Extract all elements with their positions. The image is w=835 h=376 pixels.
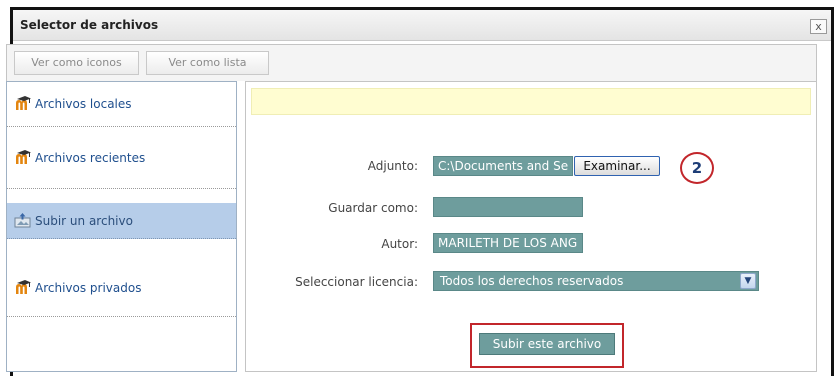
sidebar-item-upload-file[interactable]: Subir un archivo — [7, 203, 236, 239]
close-button[interactable]: x — [810, 19, 827, 34]
submit-highlight: Subir este archivo — [470, 323, 624, 368]
moodle-repository-icon — [14, 149, 32, 165]
chevron-down-icon[interactable]: ▼ — [740, 273, 756, 289]
license-label: Seleccionar licencia: — [295, 275, 418, 289]
view-as-list-button[interactable]: Ver como lista — [146, 51, 269, 75]
upload-icon — [14, 212, 32, 228]
dialog-title: Selector de archivos — [20, 18, 159, 32]
moodle-repository-icon — [14, 95, 32, 111]
view-as-icons-button[interactable]: Ver como iconos — [14, 51, 139, 75]
notice-bar — [251, 88, 811, 115]
browse-button[interactable]: Examinar... — [574, 156, 660, 176]
save-as-label: Guardar como: — [328, 201, 418, 215]
sidebar-item-label: Subir un archivo — [35, 214, 133, 228]
author-label: Autor: — [381, 237, 418, 251]
view-toolbar: Ver como iconos Ver como lista — [6, 44, 817, 81]
sidebar-item-private-files[interactable]: Archivos privados — [7, 253, 236, 317]
sidebar-item-label: Archivos recientes — [35, 151, 146, 165]
dialog-titlebar: Selector de archivos x — [13, 10, 831, 41]
attachment-file-input[interactable]: C:\Documents and Se — [433, 156, 573, 176]
upload-file-button[interactable]: Subir este archivo — [479, 333, 615, 355]
sidebar-item-recent-files[interactable]: Archivos recientes — [7, 127, 236, 189]
author-input[interactable]: MARILETH DE LOS ANG — [433, 233, 583, 253]
moodle-repository-icon — [14, 279, 32, 295]
save-as-input[interactable] — [433, 197, 583, 217]
sidebar-item-label: Archivos locales — [35, 97, 132, 111]
license-selected-value: Todos los derechos reservados — [440, 274, 624, 288]
sidebar-item-local-files[interactable]: Archivos locales — [7, 82, 236, 127]
sidebar-item-label: Archivos privados — [35, 281, 142, 295]
license-select[interactable]: Todos los derechos reservados ▼ — [433, 271, 759, 291]
attachment-label: Adjunto: — [367, 159, 418, 173]
repository-sidebar: Archivos locales Archivos recientes Subi… — [6, 81, 237, 372]
step-number-badge: 2 — [680, 152, 714, 184]
upload-panel: Adjunto: C:\Documents and Se Examinar...… — [245, 81, 817, 372]
